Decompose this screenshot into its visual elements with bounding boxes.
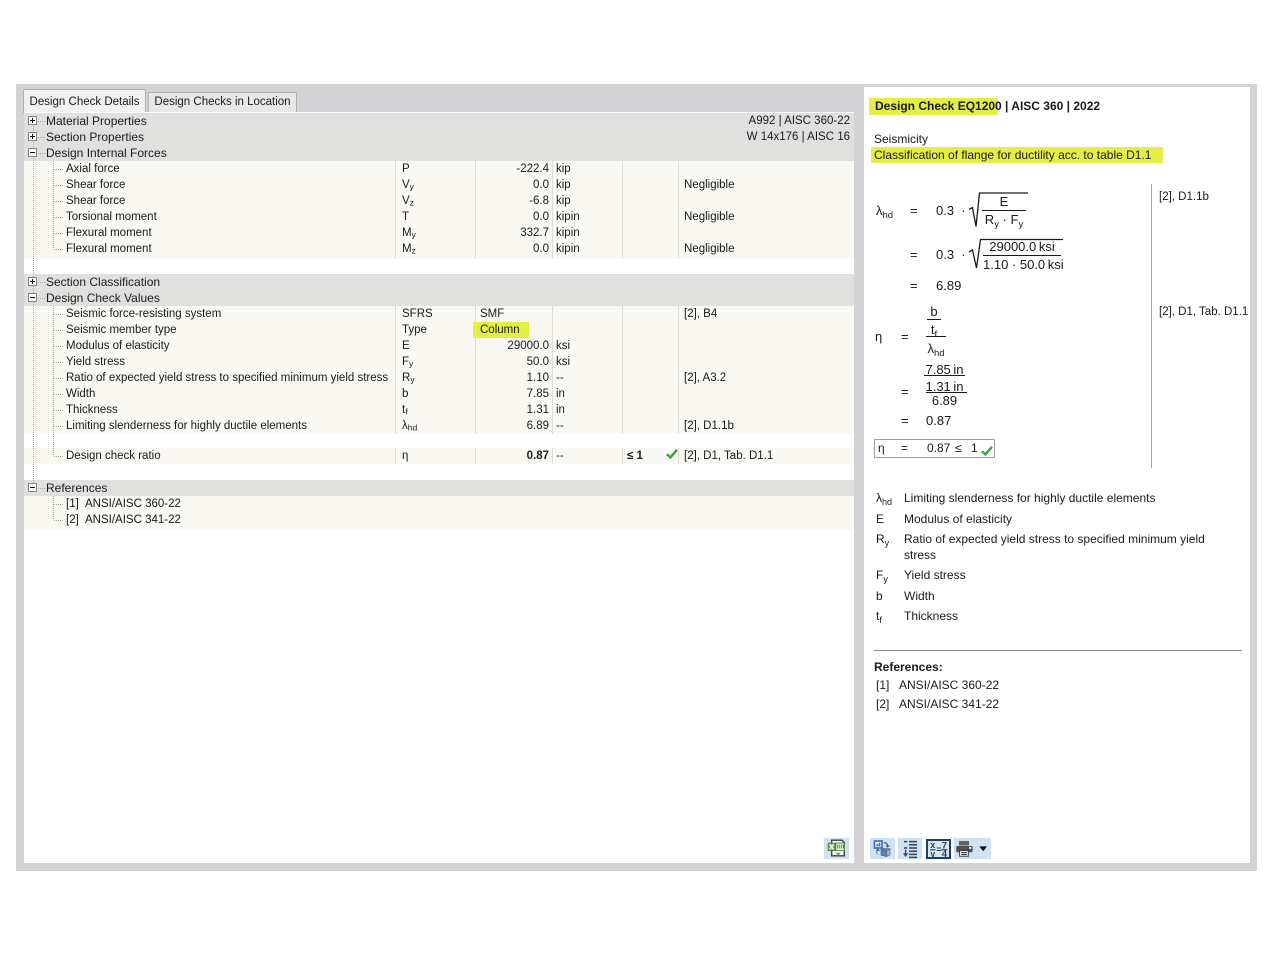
svg-text:=: = [936, 845, 941, 855]
svg-text:y: y [930, 849, 935, 857]
svg-text:4: 4 [941, 849, 947, 857]
